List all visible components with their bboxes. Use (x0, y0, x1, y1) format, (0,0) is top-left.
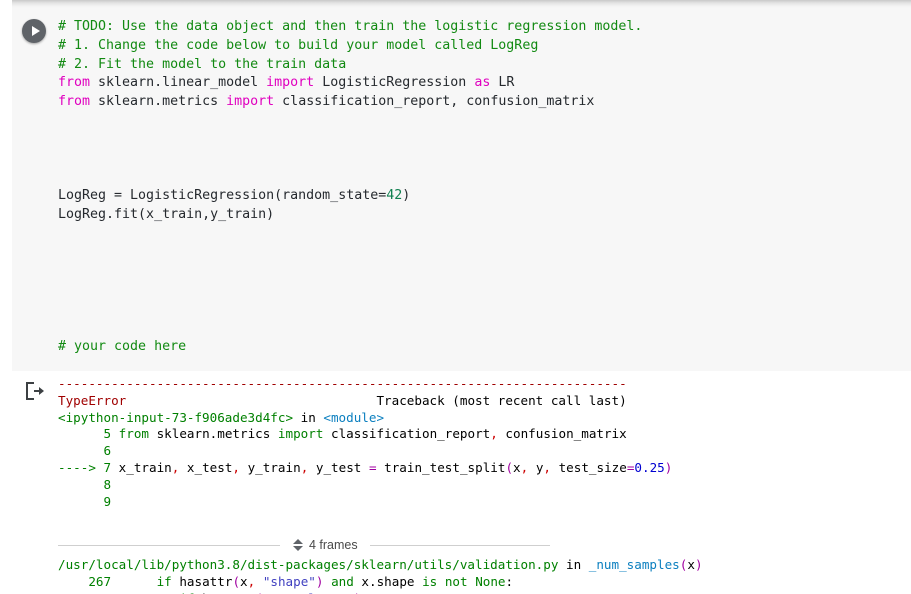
traceback-line-6: 8 (58, 476, 119, 492)
run-cell-button[interactable] (22, 19, 46, 43)
traceback-tail-line-2: 268 if hasattr(x, "__len__"): (58, 591, 911, 594)
cell-output-area: ----------------------------------------… (12, 371, 911, 594)
cell-top-shadow (12, 0, 911, 8)
frames-count-label: 4 frames (309, 538, 358, 552)
code-line-17: # your code here (58, 338, 187, 354)
code-cell: # TODO: Use the data object and then tra… (12, 8, 911, 371)
frames-expander[interactable]: 4 frames (58, 534, 658, 556)
output-arrow-icon (24, 381, 46, 401)
traceback-line-7: 9 (58, 493, 119, 509)
traceback-line-0: ----------------------------------------… (58, 376, 627, 391)
traceback-line-1: TypeError Traceback (most recent call la… (58, 392, 627, 408)
traceback-tail-line-0: /usr/local/lib/python3.8/dist-packages/s… (58, 557, 703, 572)
code-line-3: from sklearn.linear_model import Logisti… (58, 75, 515, 91)
traceback-tail-line-1: 267 if hasattr(x, "shape") and x.shape i… (58, 573, 514, 589)
code-editor[interactable]: # TODO: Use the data object and then tra… (58, 18, 911, 356)
chevron-up-down-icon (292, 539, 303, 551)
play-icon (31, 26, 40, 36)
code-line-10: LogReg.fit(x_train,y_train) (58, 206, 275, 222)
code-line-9: LogReg = LogisticRegression(random_state… (58, 188, 411, 204)
traceback-line-3: 5 from sklearn.metrics import classifica… (58, 426, 627, 442)
frames-rule-left (58, 544, 280, 546)
traceback-line-5: ----> 7 x_train, x_test, y_train, y_test… (58, 459, 673, 475)
traceback-line-2: <ipython-input-73-f906ade3d4fc> in <modu… (58, 409, 385, 425)
code-line-4: from sklearn.metrics import classificati… (58, 94, 595, 110)
frames-rule-right (369, 544, 550, 546)
traceback-line-4: 6 (58, 443, 119, 459)
frames-expander-control[interactable]: 4 frames (280, 538, 370, 552)
traceback-text: ----------------------------------------… (58, 376, 911, 510)
code-line-1: # 1. Change the code below to build your… (58, 37, 539, 53)
code-line-2: # 2. Fit the model to the train data (58, 56, 347, 72)
traceback-tail-text: /usr/local/lib/python3.8/dist-packages/s… (58, 557, 911, 594)
code-line-0: # TODO: Use the data object and then tra… (58, 19, 643, 34)
